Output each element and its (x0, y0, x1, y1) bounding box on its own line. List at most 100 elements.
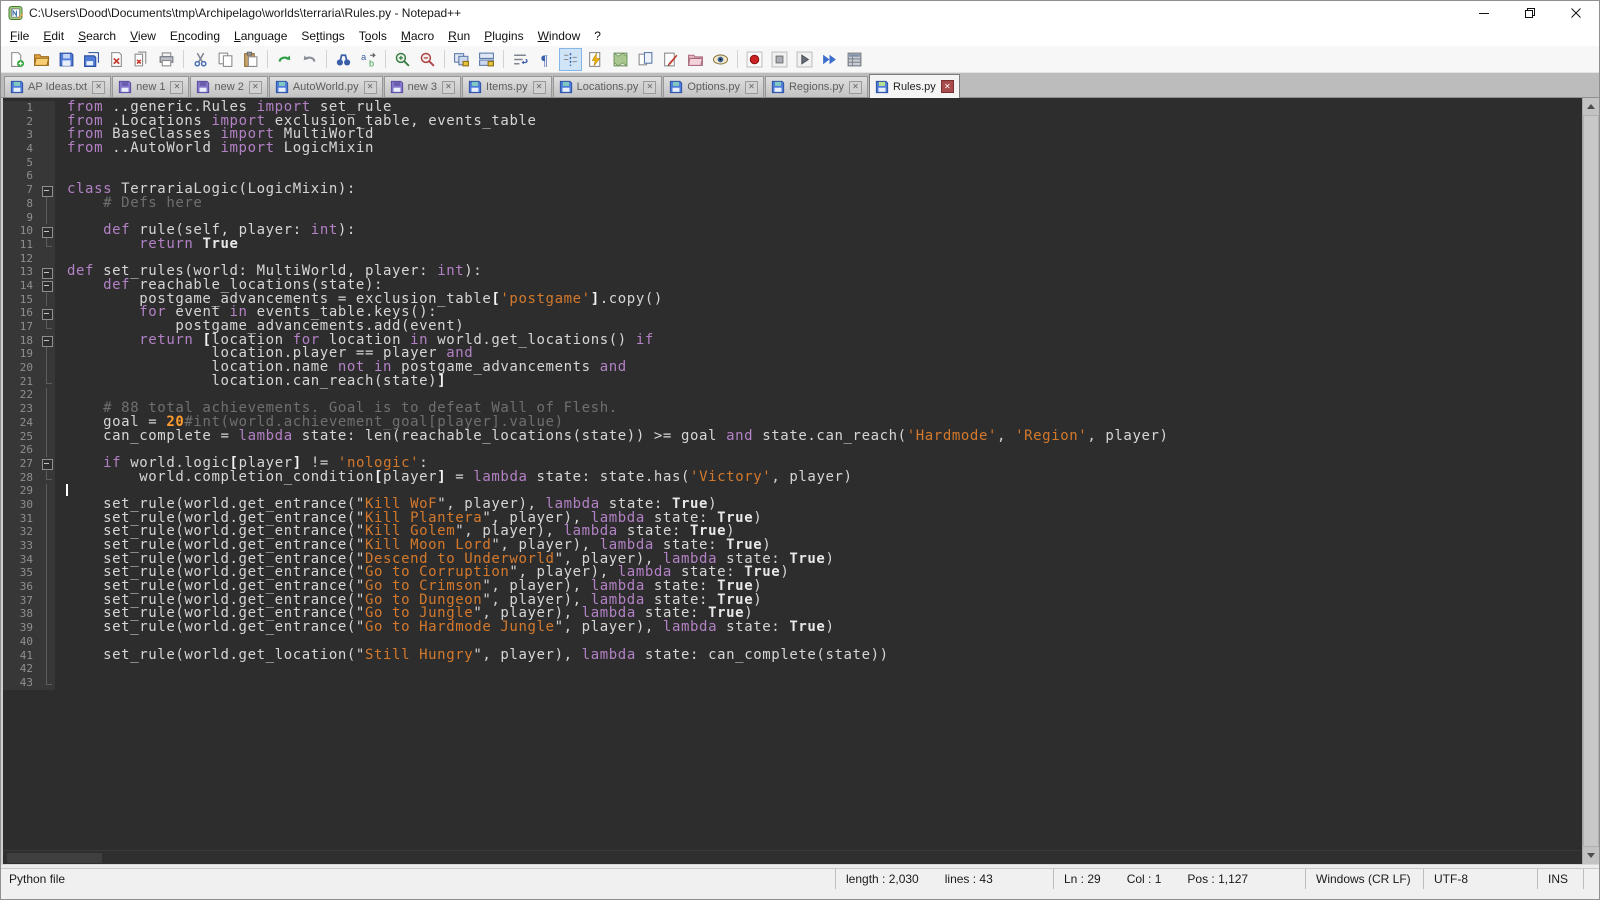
code-text[interactable] (55, 676, 67, 690)
code-line[interactable]: 8 # Defs here (3, 197, 1582, 211)
indent-guide-button[interactable] (559, 48, 582, 71)
code-line[interactable]: 11 return True (3, 238, 1582, 252)
menu-macro[interactable]: Macro (394, 27, 441, 45)
tab-autoworld-py[interactable]: AutoWorld.py✕ (269, 76, 383, 97)
code-line[interactable]: 39 set_rule(world.get_entrance("Go to Ha… (3, 621, 1582, 635)
code-text[interactable] (55, 635, 67, 649)
tab-close-icon[interactable]: ✕ (442, 81, 455, 94)
menu-tools[interactable]: Tools (352, 27, 394, 45)
document-map-button[interactable] (609, 48, 632, 71)
code-line[interactable]: 43 (3, 676, 1582, 690)
code-text[interactable] (55, 443, 67, 457)
zoom-out-button[interactable] (416, 48, 439, 71)
function-list-button[interactable] (584, 48, 607, 71)
fold-collapse-icon[interactable] (39, 457, 55, 471)
code-line[interactable]: 42 (3, 662, 1582, 676)
find-button[interactable] (332, 48, 355, 71)
code-text[interactable] (55, 388, 67, 402)
code-text[interactable] (55, 662, 67, 676)
tab-regions-py[interactable]: Regions.py✕ (765, 76, 868, 97)
code-line[interactable]: 28 world.completion_condition[player] = … (3, 471, 1582, 485)
close-button[interactable] (1553, 1, 1599, 25)
code-text[interactable] (55, 252, 67, 266)
tab-ap-ideas-txt[interactable]: AP Ideas.txt✕ (4, 76, 111, 97)
tab-close-icon[interactable]: ✕ (249, 81, 262, 94)
horizontal-scrollbar-thumb[interactable] (7, 853, 102, 863)
macro-play-button[interactable] (793, 48, 816, 71)
code-text[interactable]: # Defs here (55, 197, 202, 211)
zoom-in-button[interactable] (391, 48, 414, 71)
cut-button[interactable] (189, 48, 212, 71)
macro-record-button[interactable] (743, 48, 766, 71)
fold-collapse-icon[interactable] (39, 334, 55, 348)
copy-button[interactable] (214, 48, 237, 71)
code-line[interactable]: 41 set_rule(world.get_location("Still Hu… (3, 649, 1582, 663)
menu-language[interactable]: Language (227, 27, 294, 45)
tab-close-icon[interactable]: ✕ (849, 81, 862, 94)
undo-button[interactable] (273, 48, 296, 71)
edit-marker-button[interactable] (659, 48, 682, 71)
scroll-down-arrow[interactable] (1583, 847, 1599, 864)
tab-close-icon[interactable]: ✕ (533, 81, 546, 94)
tab-items-py[interactable]: Items.py✕ (462, 76, 552, 97)
code-text[interactable]: set_rule(world.get_entrance("Go to Hardm… (55, 621, 835, 635)
menu-[interactable]: ? (587, 27, 608, 45)
macro-stop-button[interactable] (768, 48, 791, 71)
fold-collapse-icon[interactable] (39, 265, 55, 279)
fold-collapse-icon[interactable] (39, 306, 55, 320)
code-line[interactable]: 4from ..AutoWorld import LogicMixin (3, 142, 1582, 156)
tab-close-icon[interactable]: ✕ (941, 80, 954, 93)
print-button[interactable] (155, 48, 178, 71)
tab-close-icon[interactable]: ✕ (643, 81, 656, 94)
menu-search[interactable]: Search (71, 27, 123, 45)
show-all-characters-button[interactable]: ¶ (534, 48, 557, 71)
menu-run[interactable]: Run (441, 27, 477, 45)
new-file-button[interactable] (5, 48, 28, 71)
code-text[interactable] (55, 211, 67, 225)
menu-file[interactable]: File (3, 27, 36, 45)
view-eye-button[interactable] (709, 48, 732, 71)
code-line[interactable]: 10 def rule(self, player: int): (3, 224, 1582, 238)
fold-collapse-icon[interactable] (39, 279, 55, 293)
code-text[interactable]: return True (55, 238, 239, 252)
sync-horizontal-button[interactable] (475, 48, 498, 71)
tab-options-py[interactable]: Options.py✕ (663, 76, 764, 97)
restore-button[interactable] (1507, 1, 1553, 25)
redo-button[interactable] (298, 48, 321, 71)
tab-new-3[interactable]: new 3✕ (384, 76, 461, 97)
save-all-button[interactable] (80, 48, 103, 71)
document-switcher-button[interactable] (634, 48, 657, 71)
code-line[interactable]: 21 location.can_reach(state)] (3, 375, 1582, 389)
minimize-button[interactable] (1461, 1, 1507, 25)
code-text[interactable]: can_complete = lambda state: len(reachab… (55, 430, 1169, 444)
code-line[interactable]: 7class TerrariaLogic(LogicMixin): (3, 183, 1582, 197)
tab-new-2[interactable]: new 2✕ (190, 76, 267, 97)
paste-button[interactable] (239, 48, 262, 71)
macro-save-button[interactable] (843, 48, 866, 71)
tab-close-icon[interactable]: ✕ (92, 81, 105, 94)
tab-close-icon[interactable]: ✕ (745, 81, 758, 94)
fold-collapse-icon[interactable] (39, 224, 55, 238)
menu-view[interactable]: View (123, 27, 163, 45)
open-file-button[interactable] (30, 48, 53, 71)
code-text[interactable]: from ..AutoWorld import LogicMixin (55, 142, 374, 156)
close-file-button[interactable] (105, 48, 128, 71)
save-button[interactable] (55, 48, 78, 71)
vertical-scrollbar[interactable] (1582, 98, 1599, 864)
tab-close-icon[interactable]: ✕ (364, 81, 377, 94)
tab-locations-py[interactable]: Locations.py✕ (553, 76, 663, 97)
vertical-scrollbar-thumb[interactable] (1583, 115, 1599, 847)
menu-settings[interactable]: Settings (294, 27, 351, 45)
menu-edit[interactable]: Edit (36, 27, 71, 45)
code-editor[interactable]: 1from ..generic.Rules import set_rule2fr… (3, 98, 1582, 850)
code-line[interactable]: 5 (3, 156, 1582, 170)
word-wrap-button[interactable] (509, 48, 532, 71)
fold-collapse-icon[interactable] (39, 183, 55, 197)
code-line[interactable]: 25 can_complete = lambda state: len(reac… (3, 430, 1582, 444)
code-text[interactable]: location.can_reach(state)] (55, 375, 446, 389)
folder-as-workspace-button[interactable] (684, 48, 707, 71)
tab-close-icon[interactable]: ✕ (170, 81, 183, 94)
code-text[interactable]: world.completion_condition[player] = lam… (55, 471, 853, 485)
code-text[interactable]: set_rule(world.get_location("Still Hungr… (55, 649, 889, 663)
horizontal-scrollbar[interactable] (3, 850, 1582, 864)
